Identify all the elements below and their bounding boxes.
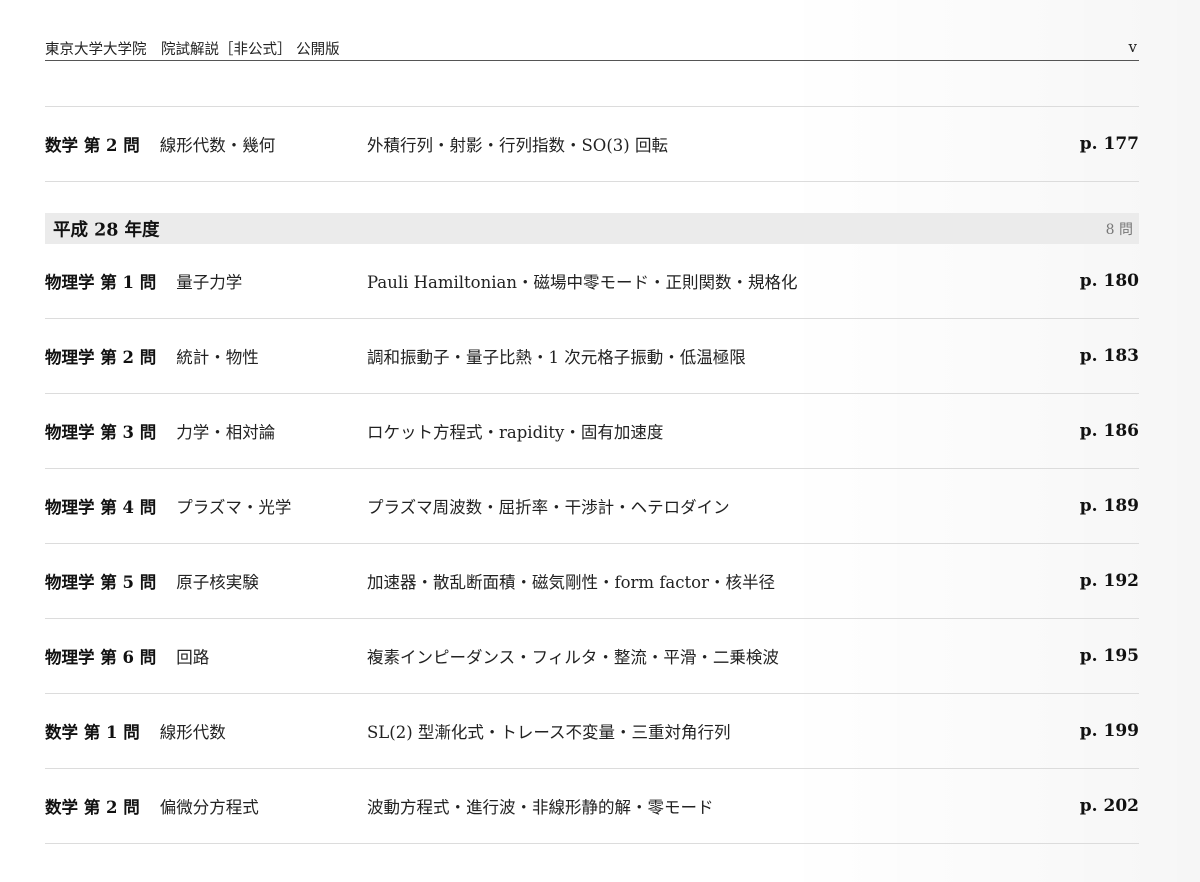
entry-field: 原子核実験 [176, 573, 259, 592]
toc-entry[interactable]: 物理学 第 5 問原子核実験 加速器・散乱断面積・磁気剛性・form facto… [45, 544, 1139, 619]
entry-topics: ロケット方程式・rapidity・固有加速度 [367, 423, 664, 442]
entry-problem-label: 物理学 第 4 問 [45, 498, 157, 517]
toc-entry[interactable]: 物理学 第 6 問回路 複素インピーダンス・フィルタ・整流・平滑・二乗検波 p.… [45, 619, 1139, 694]
entry-field: 量子力学 [176, 273, 243, 292]
toc-entry[interactable]: 物理学 第 1 問量子力学 Pauli Hamiltonian・磁場中零モード・… [45, 244, 1139, 319]
entry-label-group: 数学 第 2 問線形代数・幾何 [45, 132, 275, 156]
entry-problem-label: 物理学 第 6 問 [45, 648, 157, 667]
entry-problem-label: 物理学 第 3 問 [45, 423, 157, 442]
entry-problem-label: 物理学 第 5 問 [45, 573, 157, 592]
entry-page-ref[interactable]: p. 195 [1080, 646, 1139, 666]
year-section-count: 8 問 [1105, 221, 1133, 238]
toc-entry[interactable]: 数学 第 1 問線形代数 SL(2) 型漸化式・トレース不変量・三重対角行列 p… [45, 694, 1139, 769]
running-header-page-number: v [1128, 38, 1137, 56]
entry-label-group: 物理学 第 1 問量子力学 [45, 269, 242, 293]
entry-field: プラズマ・光学 [176, 498, 292, 517]
running-header: 東京大学大学院 院試解説［非公式］ 公開版 v [45, 38, 1139, 61]
running-header-title: 東京大学大学院 院試解説［非公式］ 公開版 [45, 42, 340, 58]
entry-label-group: 数学 第 2 問偏微分方程式 [45, 794, 259, 818]
entry-problem-label: 数学 第 2 問 [45, 136, 140, 155]
entry-topics: 調和振動子・量子比熱・1 次元格子振動・低温極限 [367, 348, 746, 367]
toc-entry[interactable]: 数学 第 2 問偏微分方程式 波動方程式・進行波・非線形静的解・零モード p. … [45, 769, 1139, 844]
entry-topics: 外積行列・射影・行列指数・SO(3) 回転 [367, 136, 668, 155]
entry-field: 線形代数・幾何 [159, 136, 276, 155]
entry-label-group: 物理学 第 5 問原子核実験 [45, 569, 259, 593]
entry-page-ref[interactable]: p. 189 [1080, 496, 1139, 516]
entry-problem-label: 物理学 第 2 問 [45, 348, 157, 367]
entry-page-ref[interactable]: p. 186 [1080, 421, 1139, 441]
toc-entry[interactable]: 物理学 第 4 問プラズマ・光学 プラズマ周波数・屈折率・干渉計・ヘテロダイン … [45, 469, 1139, 544]
table-of-contents: 数学 第 2 問線形代数・幾何 外積行列・射影・行列指数・SO(3) 回転 p.… [45, 106, 1139, 844]
toc-entry[interactable]: 数学 第 2 問線形代数・幾何 外積行列・射影・行列指数・SO(3) 回転 p.… [45, 106, 1139, 182]
entry-topics: 波動方程式・進行波・非線形静的解・零モード [367, 798, 714, 817]
entry-page-ref[interactable]: p. 202 [1080, 796, 1139, 816]
toc-entry[interactable]: 物理学 第 3 問力学・相対論 ロケット方程式・rapidity・固有加速度 p… [45, 394, 1139, 469]
entry-field: 線形代数 [159, 723, 226, 742]
entry-topics: Pauli Hamiltonian・磁場中零モード・正則関数・規格化 [367, 273, 798, 292]
entry-label-group: 物理学 第 3 問力学・相対論 [45, 419, 275, 443]
entry-field: 力学・相対論 [176, 423, 276, 442]
entry-label-group: 物理学 第 4 問プラズマ・光学 [45, 494, 291, 518]
entry-page-ref[interactable]: p. 192 [1080, 571, 1139, 591]
entry-problem-label: 数学 第 2 問 [45, 798, 140, 817]
entry-page-ref[interactable]: p. 180 [1080, 271, 1139, 291]
entry-problem-label: 数学 第 1 問 [45, 723, 140, 742]
entry-problem-label: 物理学 第 1 問 [45, 273, 157, 292]
year-section-title: 平成 28 年度 [53, 220, 160, 240]
entry-field: 偏微分方程式 [159, 798, 259, 817]
entry-page-ref[interactable]: p. 177 [1080, 134, 1139, 154]
entry-topics: プラズマ周波数・屈折率・干渉計・ヘテロダイン [367, 498, 730, 517]
entry-field: 回路 [176, 648, 210, 667]
entry-label-group: 物理学 第 2 問統計・物性 [45, 344, 259, 368]
entry-topics: SL(2) 型漸化式・トレース不変量・三重対角行列 [367, 723, 731, 742]
entry-label-group: 数学 第 1 問線形代数 [45, 719, 226, 743]
entry-label-group: 物理学 第 6 問回路 [45, 644, 209, 668]
entry-field: 統計・物性 [176, 348, 259, 367]
entry-page-ref[interactable]: p. 199 [1080, 721, 1139, 741]
toc-entry[interactable]: 物理学 第 2 問統計・物性 調和振動子・量子比熱・1 次元格子振動・低温極限 … [45, 319, 1139, 394]
entry-topics: 加速器・散乱断面積・磁気剛性・form factor・核半径 [367, 573, 775, 592]
entry-page-ref[interactable]: p. 183 [1080, 346, 1139, 366]
year-section-header: 平成 28 年度 8 問 [45, 213, 1139, 244]
entry-topics: 複素インピーダンス・フィルタ・整流・平滑・二乗検波 [367, 648, 779, 667]
